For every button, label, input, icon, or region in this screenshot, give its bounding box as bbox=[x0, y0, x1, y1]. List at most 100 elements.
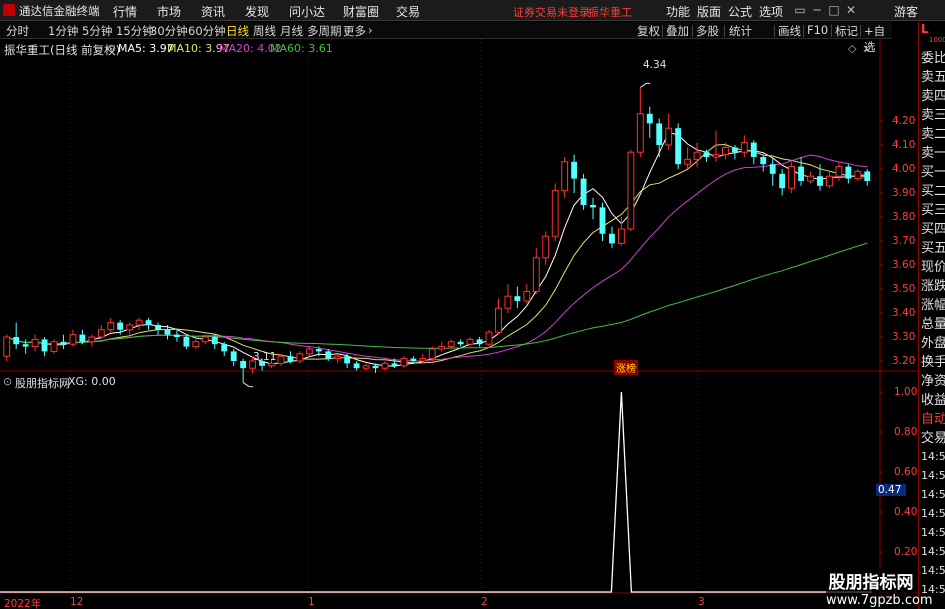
divider bbox=[724, 25, 725, 37]
candle-body-up bbox=[532, 257, 540, 292]
quote-label-buy2: 买二 bbox=[921, 184, 945, 199]
kline-chart[interactable] bbox=[0, 39, 918, 609]
close-panel-icon[interactable]: × bbox=[862, 42, 871, 55]
close-icon[interactable]: ✕ bbox=[843, 2, 859, 18]
top-stock-name: 振华重工 bbox=[588, 6, 632, 19]
menu-item-function[interactable]: 功能 bbox=[666, 3, 690, 20]
candle-body-up bbox=[740, 142, 748, 153]
menu-item-assistant[interactable]: 问小达 bbox=[289, 3, 325, 20]
legend-toggle-icon[interactable]: ⊙ bbox=[107, 42, 116, 55]
auto-toggle[interactable]: 自动 bbox=[921, 408, 945, 427]
candle-body-up bbox=[419, 358, 427, 362]
quote-label-change: 涨跌 bbox=[921, 279, 945, 294]
candle-body-down bbox=[760, 157, 767, 165]
period-weekly[interactable]: 周线 bbox=[253, 23, 276, 39]
guest-user-label[interactable]: 游客 bbox=[894, 3, 918, 20]
menu-item-news[interactable]: 资讯 bbox=[201, 3, 225, 20]
cursor-value-badge: 0.47 bbox=[876, 484, 906, 496]
period-intraday[interactable]: 分时 bbox=[6, 23, 29, 39]
y-tick-label: 4.10 bbox=[892, 139, 916, 151]
period-toolbar: 分时 1分钟 5分钟 15分钟 30分钟 60分钟 日线 周线 月线 多周期 更… bbox=[0, 22, 931, 54]
quote-label-buy1: 买一 bbox=[921, 165, 945, 180]
candle-body-up bbox=[362, 365, 370, 369]
low-price-label: 3.11 bbox=[253, 351, 277, 363]
candle-body-up bbox=[201, 336, 209, 343]
tool-draw-line[interactable]: 画线 bbox=[778, 23, 801, 39]
candle-body-down bbox=[457, 341, 464, 345]
candle-body-down bbox=[155, 325, 161, 330]
candle-body-down bbox=[798, 166, 805, 181]
divider bbox=[803, 25, 804, 37]
candle-body-down bbox=[13, 337, 20, 345]
period-15min[interactable]: 15分钟 bbox=[116, 23, 154, 39]
candle-body-up bbox=[617, 228, 625, 244]
menu-item-discover[interactable]: 发现 bbox=[245, 3, 269, 20]
candle-body-up bbox=[523, 290, 531, 302]
candle-body-down bbox=[174, 334, 180, 337]
candle-body-down bbox=[514, 296, 521, 301]
low-marker bbox=[242, 382, 254, 388]
candle-body-up bbox=[107, 322, 115, 331]
quote-label-sell3: 卖三 bbox=[921, 108, 945, 123]
tool-multi-stock[interactable]: 多股 bbox=[696, 23, 719, 39]
candle-body-down bbox=[391, 363, 398, 366]
period-daily[interactable]: 日线 bbox=[226, 23, 249, 39]
tool-f10[interactable]: F10 bbox=[807, 23, 828, 37]
menu-item-options[interactable]: 选项 bbox=[759, 3, 783, 20]
menu-item-quotes[interactable]: 行情 bbox=[113, 3, 137, 20]
candle-body-up bbox=[31, 338, 39, 348]
tick-time: 14:56 bbox=[921, 526, 945, 539]
quote-label-buy4: 买四 bbox=[921, 222, 945, 237]
quote-label-price: 现价 bbox=[921, 260, 945, 275]
candle-body-down bbox=[590, 205, 596, 208]
candle-body-up bbox=[135, 319, 143, 326]
y-tick-label: 3.30 bbox=[892, 331, 916, 343]
period-more[interactable]: 更多 bbox=[343, 23, 366, 39]
candle-body-up bbox=[665, 127, 673, 146]
candle-body-up bbox=[826, 175, 833, 187]
ma-line-5 bbox=[6, 131, 868, 367]
trade-login-warning[interactable]: 证券交易未登录 bbox=[513, 4, 590, 20]
tool-restore-rights[interactable]: 复权 bbox=[637, 23, 660, 39]
tool-mark[interactable]: 标记 bbox=[835, 23, 858, 39]
menu-item-market[interactable]: 市场 bbox=[157, 3, 181, 20]
restore-window-icon[interactable]: ▭ bbox=[792, 2, 808, 18]
period-5min[interactable]: 5分钟 bbox=[82, 23, 112, 39]
menu-item-wealth[interactable]: 财富圈 bbox=[343, 3, 379, 20]
divider bbox=[831, 25, 832, 37]
period-30min[interactable]: 30分钟 bbox=[150, 23, 188, 39]
period-60min[interactable]: 60分钟 bbox=[188, 23, 226, 39]
more-chevron-icon[interactable]: › bbox=[368, 23, 373, 37]
period-monthly[interactable]: 月线 bbox=[280, 23, 303, 39]
menu-item-formula[interactable]: 公式 bbox=[728, 3, 752, 20]
ma60-legend: MA60: 3.61 bbox=[270, 42, 333, 55]
x-axis-label: 2022年 bbox=[4, 598, 42, 609]
candle-body-up bbox=[69, 334, 77, 345]
period-multi[interactable]: 多周期 bbox=[307, 23, 342, 39]
candle-body-down bbox=[60, 341, 67, 345]
candle-body-down bbox=[731, 147, 738, 153]
x-axis-label: 1 bbox=[308, 596, 315, 608]
sub-y-tick-label: 0.40 bbox=[894, 506, 918, 518]
menu-item-trade[interactable]: 交易 bbox=[396, 3, 420, 20]
candle-body-down bbox=[372, 365, 379, 369]
menu-item-layout[interactable]: 版面 bbox=[697, 3, 721, 20]
y-tick-label: 4.00 bbox=[892, 163, 916, 175]
quote-label-sell2: 卖二 bbox=[921, 127, 945, 142]
trade-tab[interactable]: 交易 bbox=[921, 427, 945, 446]
candle-body-down bbox=[230, 351, 237, 361]
tick-time: 14:56 bbox=[921, 564, 945, 577]
tool-overlay[interactable]: 叠加 bbox=[666, 23, 689, 39]
quote-label-sell5: 卖五 bbox=[921, 70, 945, 85]
candle-body-down bbox=[703, 152, 710, 157]
tool-statistics[interactable]: 统计 bbox=[729, 23, 752, 39]
diamond-icon[interactable]: ◇ bbox=[848, 42, 856, 55]
quote-label-change-pct: 涨幅 bbox=[921, 298, 945, 313]
event-badge[interactable]: 涨榜 bbox=[614, 360, 638, 375]
maximize-icon[interactable]: □ bbox=[826, 2, 842, 18]
sub-chart-title: 股朋指标网 bbox=[15, 377, 70, 390]
period-1min[interactable]: 1分钟 bbox=[48, 23, 78, 39]
sub-legend-toggle-icon[interactable]: ⊙ bbox=[3, 375, 12, 388]
y-tick-label: 3.70 bbox=[892, 235, 916, 247]
minimize-icon[interactable]: ─ bbox=[809, 2, 825, 18]
